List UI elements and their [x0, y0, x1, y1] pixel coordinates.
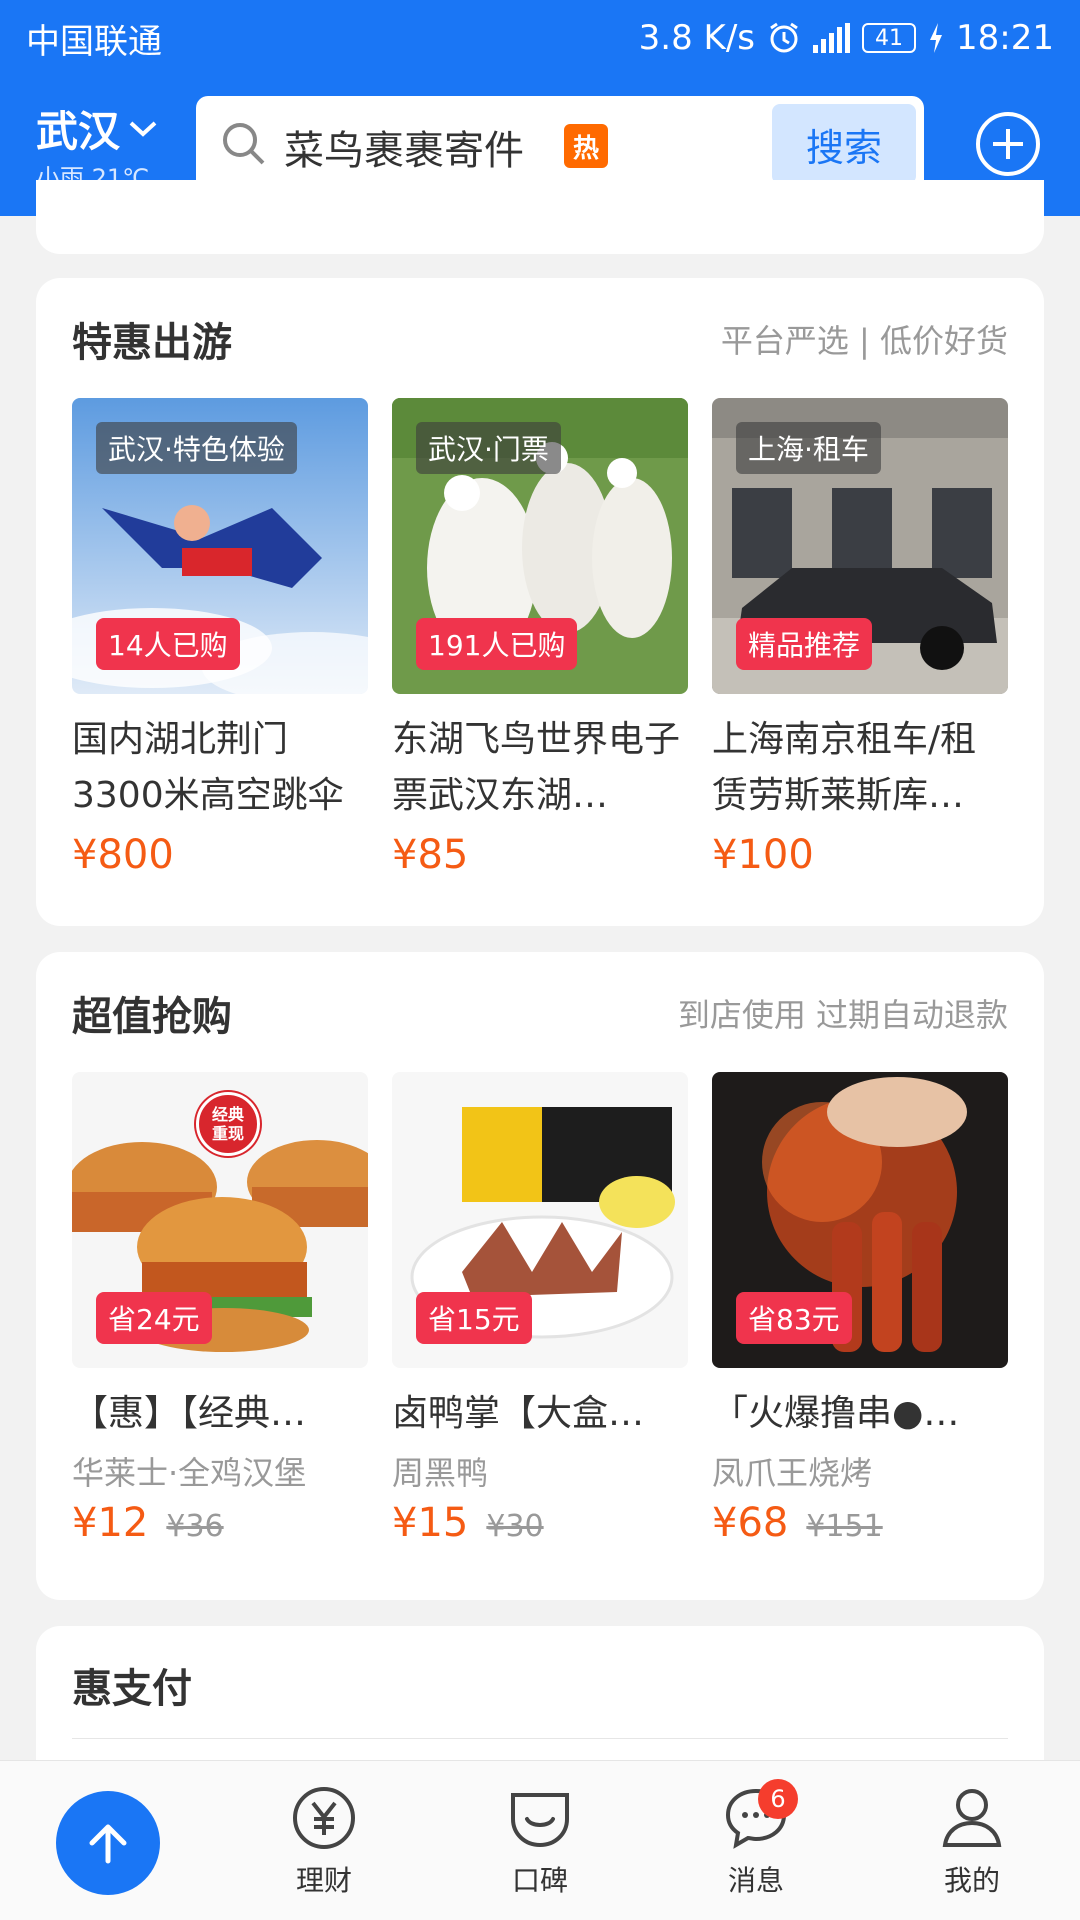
- list-item[interactable]: 省15元 卤鸭掌【大盒… 周黑鸭 ¥15 ¥30: [392, 1072, 688, 1546]
- travel-items: 武汉·特色体验 14人已购 国内湖北荆门3300米高空跳伞 ¥800 武汉·门票…: [72, 398, 1008, 878]
- message-count-badge: 6: [758, 1779, 798, 1819]
- skewer-image: 省83元: [712, 1072, 1008, 1368]
- battery-icon: 41: [862, 23, 917, 53]
- nav-item-koubei[interactable]: 口碑: [480, 1785, 600, 1899]
- item-price: ¥800: [72, 832, 174, 878]
- item-title: 国内湖北荆门3300米高空跳伞: [72, 719, 344, 816]
- item-location-label: 武汉·特色体验: [96, 422, 297, 474]
- item-location-label: 武汉·门票: [416, 422, 561, 474]
- item-title: 「火爆撸串●…: [712, 1393, 960, 1434]
- shop-name: 凤爪王烧烤: [712, 1454, 873, 1492]
- nav-label: 口碑: [511, 1864, 568, 1897]
- duck-feet-image: 省15元: [392, 1072, 688, 1368]
- add-icon[interactable]: [976, 112, 1040, 176]
- item-price: ¥15: [392, 1500, 469, 1546]
- recommend-badge: 精品推荐: [736, 618, 873, 670]
- item-title: 卤鸭掌【大盒…: [392, 1393, 645, 1434]
- item-title: 【惠】【经典…: [72, 1393, 307, 1434]
- search-input[interactable]: 菜鸟裹裹寄件 热 搜索: [196, 96, 924, 192]
- alpaca-image: 武汉·门票 191人已购: [392, 398, 688, 694]
- back-to-top-button[interactable]: [56, 1791, 160, 1895]
- nav-item-mine[interactable]: 我的: [912, 1785, 1032, 1899]
- stamp-text: 经典重现: [211, 1105, 244, 1143]
- yen-icon: [293, 1787, 355, 1849]
- bottom-nav: 理财 口碑 6 消息 我的: [0, 1760, 1080, 1920]
- purchase-badge: 14人已购: [96, 618, 240, 670]
- nav-item-licai[interactable]: 理财: [264, 1785, 384, 1899]
- price-row: ¥68 ¥151: [712, 1500, 1008, 1546]
- koubei-icon: [511, 1793, 569, 1848]
- carrier-label: 中国联通: [26, 21, 162, 62]
- item-title: 上海南京租车/租赁劳斯莱斯库…: [712, 719, 977, 816]
- saving-badge: 省24元: [96, 1292, 212, 1344]
- burger-image: 经典重现 省24元: [72, 1072, 368, 1368]
- skydiving-image: 武汉·特色体验 14人已购: [72, 398, 368, 694]
- list-item[interactable]: 武汉·特色体验 14人已购 国内湖北荆门3300米高空跳伞 ¥800: [72, 398, 368, 878]
- status-bar: 中国联通 3.8 K/s 41 18:21: [0, 0, 1080, 76]
- original-price: ¥151: [806, 1509, 883, 1544]
- city-selector[interactable]: 武汉: [36, 98, 158, 159]
- list-item[interactable]: 武汉·门票 191人已购 东湖飞鸟世界电子票武汉东湖… ¥85: [392, 398, 688, 878]
- deal-items: 经典重现 省24元 【惠】【经典… 华莱士·全鸡汉堡 ¥12 ¥36 省15元 …: [72, 1072, 1008, 1546]
- list-item[interactable]: 上海·租车 精品推荐 上海南京租车/租赁劳斯莱斯库… ¥100: [712, 398, 1008, 878]
- nav-label: 消息: [727, 1864, 784, 1897]
- car-image: 上海·租车 精品推荐: [712, 398, 1008, 694]
- shop-name: 华莱士·全鸡汉堡: [72, 1454, 307, 1492]
- clock-time: 18:21: [956, 18, 1054, 58]
- item-price: ¥100: [712, 832, 814, 878]
- travel-section: 特惠出游 平台严选 | 低价好货 武汉·特色体验 14人已购 国内湖北荆门330…: [36, 278, 1044, 926]
- nav-item-messages[interactable]: 6 消息: [696, 1779, 816, 1899]
- search-icon: [223, 123, 265, 165]
- item-price: ¥85: [392, 832, 469, 878]
- nav-label: 我的: [943, 1864, 1000, 1897]
- alarm-icon: [770, 22, 798, 53]
- price-row: ¥15 ¥30: [392, 1500, 688, 1546]
- status-indicators: 3.8 K/s 41 18:21: [639, 18, 1054, 58]
- list-item[interactable]: 省83元 「火爆撸串●… 凤爪王烧烤 ¥68 ¥151: [712, 1072, 1008, 1546]
- network-speed: 3.8 K/s: [638, 18, 756, 58]
- item-price: ¥12: [72, 1500, 149, 1546]
- signal-icon: [813, 23, 851, 53]
- saving-badge: 省15元: [416, 1292, 532, 1344]
- city-name: 武汉: [36, 107, 121, 156]
- chevron-down-icon: [129, 121, 157, 137]
- price-row: ¥12 ¥36: [72, 1500, 368, 1546]
- previous-card: [36, 180, 1044, 254]
- saving-badge: 省83元: [736, 1292, 852, 1344]
- arrow-up-icon: [89, 1824, 127, 1864]
- section-subtitle[interactable]: 到店使用 过期自动退款: [678, 990, 1008, 1036]
- divider: [72, 1738, 1008, 1739]
- item-location-label: 上海·租车: [736, 422, 881, 474]
- original-price: ¥36: [166, 1509, 224, 1544]
- deals-section: 超值抢购 到店使用 过期自动退款 经典重现 省24元 【惠】【经典… 华莱士·全…: [36, 952, 1044, 1600]
- item-title: 东湖飞鸟世界电子票武汉东湖…: [392, 719, 681, 816]
- section-subtitle[interactable]: 平台严选 | 低价好货: [721, 316, 1008, 362]
- section-title: 超值抢购: [72, 994, 232, 1040]
- section-title: 特惠出游: [72, 320, 232, 366]
- hot-badge: 热: [564, 124, 608, 168]
- person-icon: [942, 1789, 1002, 1847]
- search-button[interactable]: 搜索: [772, 104, 916, 184]
- list-item[interactable]: 经典重现 省24元 【惠】【经典… 华莱士·全鸡汉堡 ¥12 ¥36: [72, 1072, 368, 1546]
- search-placeholder: 菜鸟裹裹寄件: [284, 128, 524, 174]
- original-price: ¥30: [486, 1509, 544, 1544]
- shop-name: 周黑鸭: [392, 1454, 489, 1492]
- section-title: 惠支付: [72, 1666, 192, 1712]
- classic-stamp: 经典重现: [196, 1092, 260, 1156]
- charging-icon: [930, 23, 943, 53]
- nav-label: 理财: [295, 1864, 352, 1897]
- item-price: ¥68: [712, 1500, 789, 1546]
- purchase-badge: 191人已购: [416, 618, 578, 670]
